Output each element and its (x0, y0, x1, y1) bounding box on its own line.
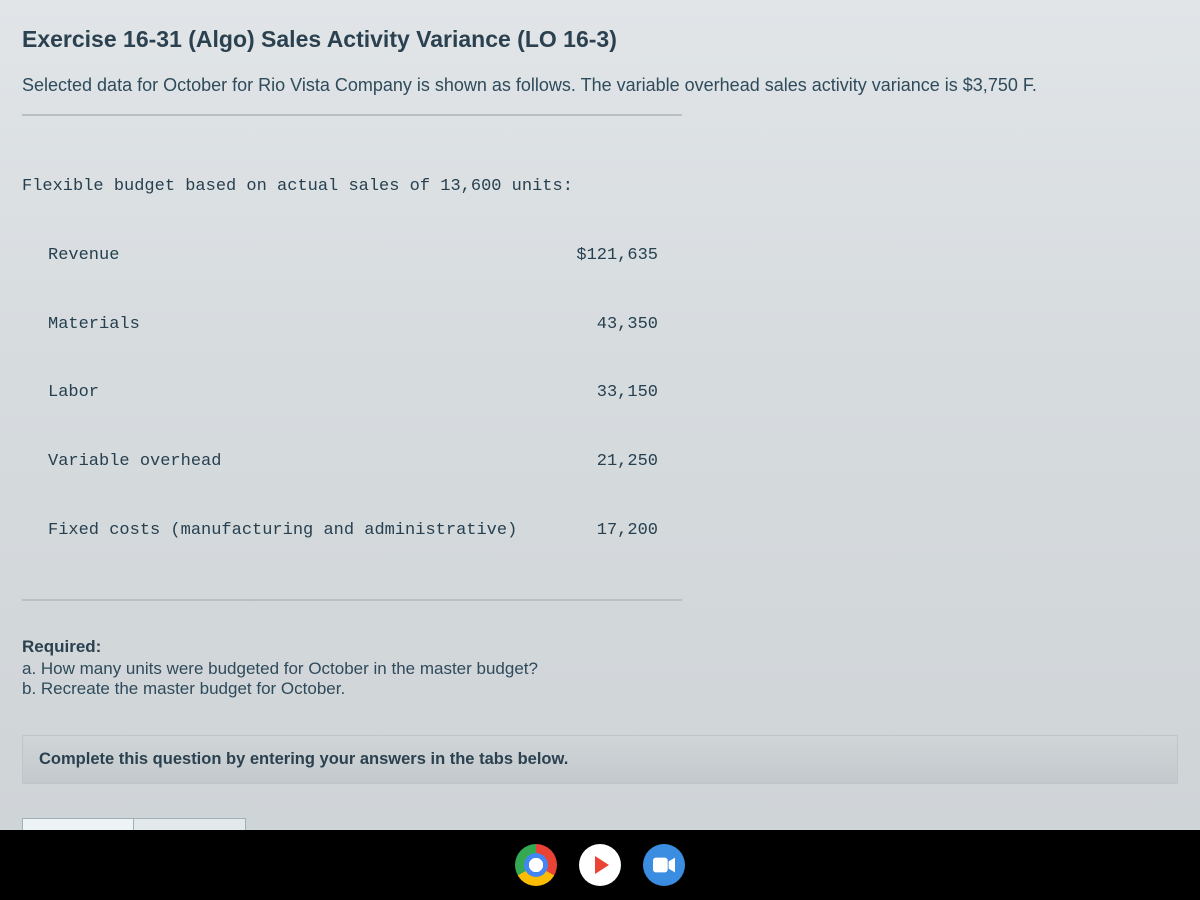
instruction-text: Complete this question by entering your … (39, 750, 568, 768)
line-label: Variable overhead (22, 451, 538, 474)
flexible-budget-block: Flexible budget based on actual sales of… (22, 130, 1178, 589)
line-label: Materials (22, 314, 538, 337)
line-value: 17,200 (538, 520, 658, 543)
intro-text: Selected data for October for Rio Vista … (22, 75, 1178, 96)
line-value: $121,635 (538, 245, 658, 268)
separator (22, 114, 682, 116)
facetime-icon[interactable] (643, 844, 685, 886)
line-value: 43,350 (538, 314, 658, 337)
play-store-icon[interactable] (579, 844, 621, 886)
line-label: Labor (22, 382, 538, 405)
line-value: 33,150 (538, 382, 658, 405)
exercise-title: Exercise 16-31 (Algo) Sales Activity Var… (22, 26, 1178, 53)
taskbar (0, 830, 1200, 900)
chrome-icon[interactable] (515, 844, 557, 886)
line-label: Fixed costs (manufacturing and administr… (22, 520, 538, 543)
required-heading: Required: (22, 637, 1178, 657)
line-label: Revenue (22, 245, 538, 268)
required-b: b. Recreate the master budget for Octobe… (22, 679, 1178, 699)
budget-header: Flexible budget based on actual sales of… (22, 176, 1178, 199)
line-value: 21,250 (538, 451, 658, 474)
required-a: a. How many units were budgeted for Octo… (22, 659, 1178, 679)
separator (22, 599, 682, 601)
instruction-banner: Complete this question by entering your … (22, 735, 1178, 784)
